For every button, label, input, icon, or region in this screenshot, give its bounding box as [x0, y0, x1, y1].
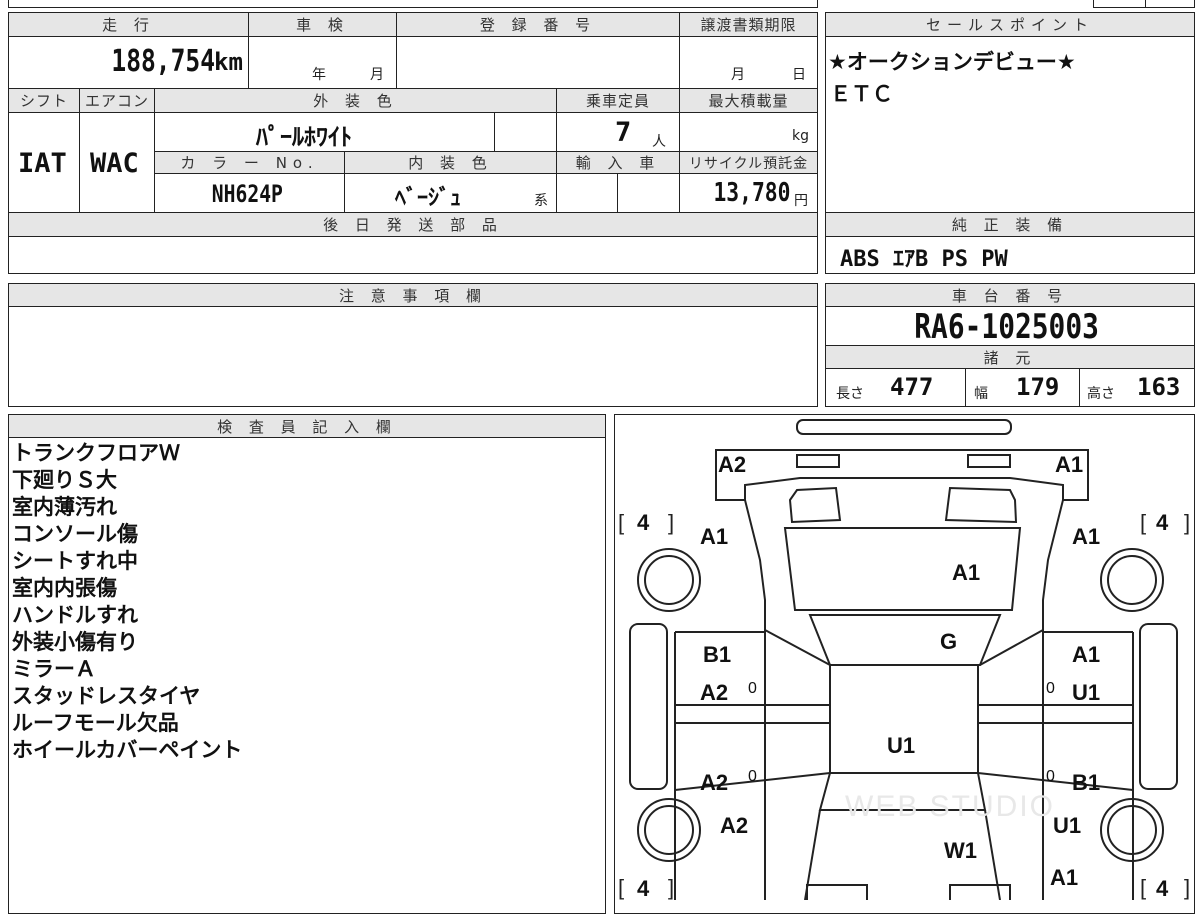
svg-text:[: [ — [618, 510, 624, 535]
car-damage-diagram: [ ] [ ] [ ] [ ] — [618, 419, 1190, 900]
svg-text:]: ] — [1184, 510, 1190, 535]
svg-text:[: [ — [1140, 875, 1146, 900]
svg-text:[: [ — [1140, 510, 1146, 535]
svg-text:[: [ — [618, 875, 624, 900]
svg-text:]: ] — [1184, 875, 1190, 900]
svg-text:]: ] — [668, 875, 674, 900]
svg-text:]: ] — [668, 510, 674, 535]
